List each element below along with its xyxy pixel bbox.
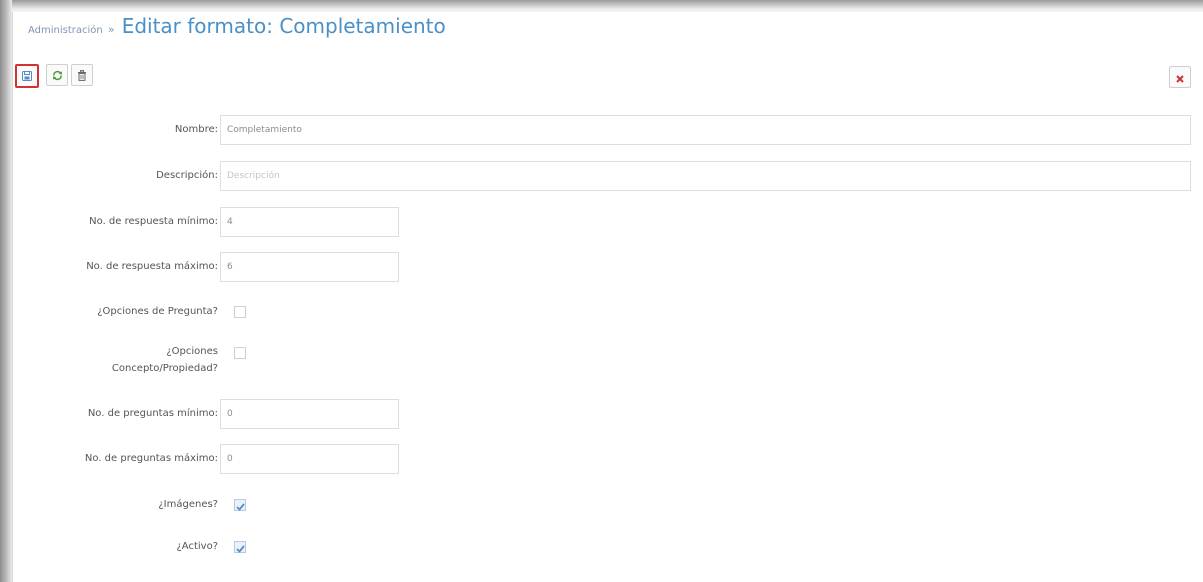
respuesta-maximo-label: No. de respuesta máximo: [86,261,218,272]
opciones-concepto-label-line2: Concepto/Propiedad? [111,363,218,374]
nombre-label: Nombre: [174,124,218,135]
nombre-input[interactable]: Completamiento [220,115,1191,145]
preguntas-minimo-input[interactable]: 0 [220,399,399,429]
descripcion-label: Descripción: [156,170,218,181]
refresh-icon [52,70,63,81]
respuesta-minimo-label: No. de respuesta mínimo: [89,216,218,227]
preguntas-minimo-label: No. de preguntas mínimo: [87,408,218,419]
respuesta-minimo-input[interactable]: 4 [220,207,399,237]
activo-checkbox[interactable] [234,541,246,553]
activo-label: ¿Activo? [176,541,218,552]
refresh-button[interactable] [46,64,68,86]
page-title: Editar formato: Completamiento [121,14,446,38]
delete-button[interactable] [71,64,93,86]
opciones-concepto-checkbox[interactable] [234,347,246,359]
save-icon [22,71,32,81]
window-shadow-left [0,0,12,582]
imagenes-checkbox[interactable] [234,499,246,511]
preguntas-maximo-label: No. de preguntas máximo: [84,453,218,464]
opciones-pregunta-checkbox[interactable] [234,306,246,318]
checkmark-icon [235,538,245,557]
trash-icon [77,69,87,81]
checkmark-icon [235,496,245,515]
close-icon [1176,68,1184,87]
edit-format-panel [12,12,1203,582]
imagenes-label: ¿Imágenes? [158,499,218,510]
descripcion-input[interactable]: Descripción [220,161,1191,191]
close-button[interactable] [1169,66,1191,88]
respuesta-maximo-input[interactable]: 6 [220,252,399,282]
breadcrumb: Administración » Editar formato: Complet… [28,14,446,38]
save-button[interactable] [15,64,39,88]
breadcrumb-parent-link[interactable]: Administración [28,25,103,36]
opciones-concepto-label: ¿Opciones Concepto/Propiedad? [13,345,218,376]
preguntas-maximo-input[interactable]: 0 [220,444,399,474]
opciones-concepto-label-line1: ¿Opciones [166,346,218,357]
breadcrumb-separator: » [107,23,115,36]
opciones-pregunta-label: ¿Opciones de Pregunta? [97,306,218,317]
